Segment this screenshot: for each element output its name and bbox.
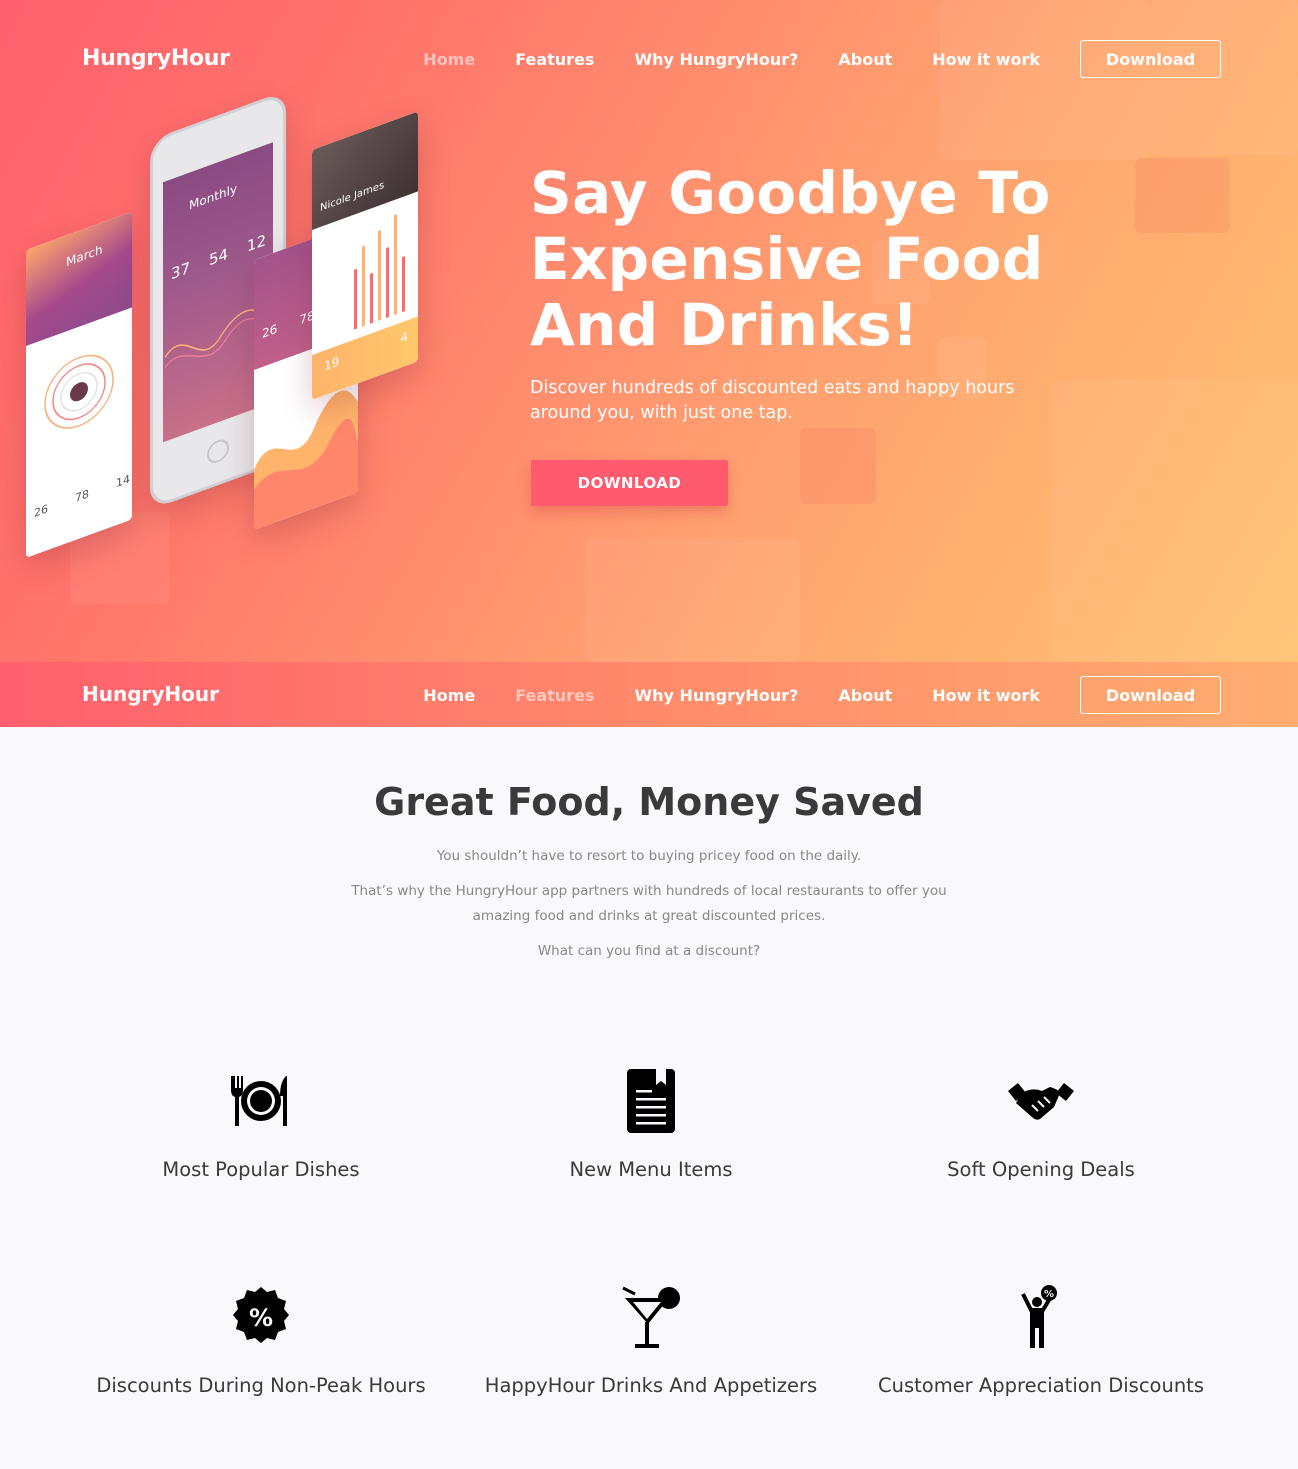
nav-item-features[interactable]: Features bbox=[515, 50, 594, 69]
feature-label: Soft Opening Deals bbox=[947, 1158, 1135, 1181]
menu-document-icon bbox=[616, 1066, 686, 1136]
handshake-icon bbox=[1006, 1066, 1076, 1136]
bg-square bbox=[800, 428, 876, 504]
app-mockup-illustration: March 26 78 14 Monthly 37 54 12 26 78 Ni… bbox=[20, 90, 430, 560]
feature-item: % Customer Appreciation Discounts bbox=[846, 1282, 1236, 1397]
nav-item-home[interactable]: Home bbox=[423, 50, 475, 69]
celebrating-person-icon: % bbox=[1006, 1282, 1076, 1352]
sticky-navbar: HungryHour Home Features Why HungryHour?… bbox=[0, 662, 1298, 727]
bg-square bbox=[1150, 75, 1298, 155]
plate-cutlery-icon bbox=[226, 1066, 296, 1136]
feature-item: HappyHour Drinks And Appetizers bbox=[456, 1282, 846, 1397]
hero-download-button[interactable]: DOWNLOAD bbox=[531, 460, 728, 506]
feature-label: Discounts During Non-Peak Hours bbox=[96, 1374, 426, 1397]
mockup-card-profile: Nicole James 19 4 bbox=[312, 111, 418, 400]
section-title: Great Food, Money Saved bbox=[374, 780, 924, 824]
feature-label: Customer Appreciation Discounts bbox=[877, 1374, 1204, 1397]
brand-logo[interactable]: HungryHour bbox=[82, 682, 219, 706]
hero-headline: Say Goodbye To Expensive Food And Drinks… bbox=[530, 159, 1051, 359]
mockup-stat: 78 bbox=[75, 487, 89, 506]
svg-text:%: % bbox=[1044, 1289, 1054, 1300]
nav-item-how[interactable]: How it work bbox=[932, 686, 1040, 705]
mockup-area-chart bbox=[254, 390, 358, 530]
nav-item-about[interactable]: About bbox=[838, 686, 892, 705]
nav-download-button[interactable]: Download bbox=[1080, 40, 1221, 78]
top-navbar: HungryHour Home Features Why HungryHour?… bbox=[0, 0, 1298, 78]
nav-item-about[interactable]: About bbox=[838, 50, 892, 69]
mockup-stat: 26 bbox=[34, 501, 48, 521]
mockup-stat: 4 bbox=[400, 329, 408, 346]
nav-menu: Home Features Why HungryHour? About How … bbox=[383, 676, 1221, 714]
brand-logo[interactable]: HungryHour bbox=[82, 46, 230, 71]
feature-label: HappyHour Drinks And Appetizers bbox=[484, 1374, 818, 1397]
feature-item: Soft Opening Deals bbox=[846, 1066, 1236, 1181]
cocktail-icon bbox=[616, 1282, 686, 1352]
nav-item-how[interactable]: How it work bbox=[932, 50, 1040, 69]
hero-subline: Discover hundreds of discounted eats and… bbox=[530, 378, 1015, 423]
bg-square bbox=[585, 538, 800, 662]
phone-home-button bbox=[207, 436, 229, 467]
feature-label: Most Popular Dishes bbox=[162, 1158, 360, 1181]
mockup-stat: 14 bbox=[116, 472, 130, 491]
feature-item: Most Popular Dishes bbox=[66, 1066, 456, 1181]
nav-item-home[interactable]: Home bbox=[423, 686, 475, 705]
nav-download-button[interactable]: Download bbox=[1080, 676, 1221, 714]
mockup-bar-chart bbox=[354, 214, 405, 330]
nav-menu: Home Features Why HungryHour? About How … bbox=[383, 40, 1221, 78]
feature-label: New Menu Items bbox=[569, 1158, 733, 1181]
mockup-ring-chart bbox=[44, 354, 114, 429]
nav-item-why[interactable]: Why HungryHour? bbox=[634, 50, 798, 69]
svg-text:%: % bbox=[249, 1304, 273, 1332]
hero-section: March 26 78 14 Monthly 37 54 12 26 78 Ni… bbox=[0, 0, 1298, 662]
mockup-card-march: March 26 78 14 bbox=[26, 211, 132, 558]
section-paragraph: You shouldn’t have to resort to buying p… bbox=[436, 848, 862, 864]
bg-square bbox=[1052, 380, 1298, 662]
nav-item-why[interactable]: Why HungryHour? bbox=[634, 686, 798, 705]
section-paragraph: What can you find at a discount? bbox=[537, 943, 761, 959]
feature-item: % Discounts During Non-Peak Hours bbox=[66, 1282, 456, 1397]
percent-badge-icon: % bbox=[226, 1282, 296, 1352]
feature-item: New Menu Items bbox=[456, 1066, 846, 1181]
nav-item-features[interactable]: Features bbox=[515, 686, 594, 705]
section-paragraph: That’s why the HungryHour app partners w… bbox=[351, 883, 947, 924]
